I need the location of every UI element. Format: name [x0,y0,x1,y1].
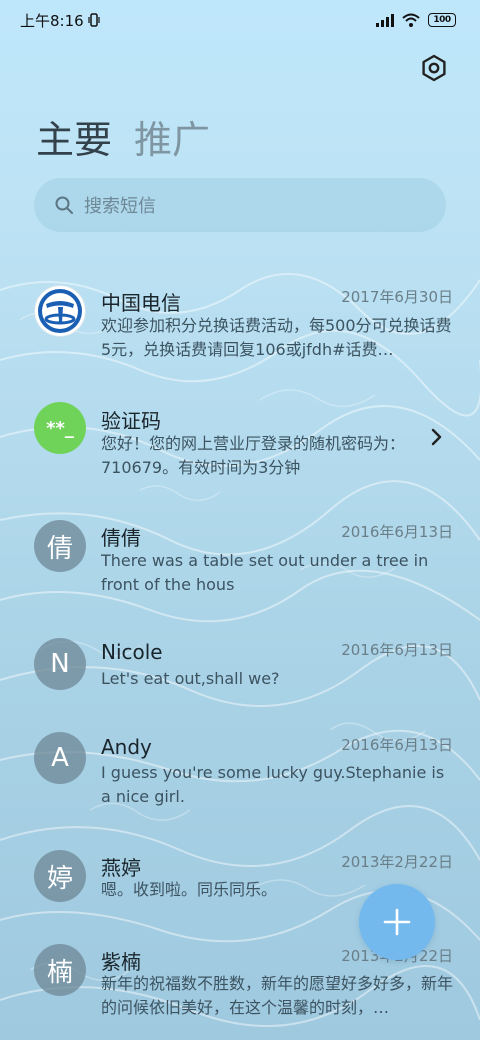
status-bar: 上午8:16 100 [0,0,480,40]
search-bar[interactable]: 搜索短信 [34,178,446,232]
avatar: 婷 [34,850,86,902]
message-preview: 欢迎参加积分兑换话费活动，每500分可兑换话费5元，兑换话费请回复106或jfd… [101,316,452,359]
settings-button[interactable] [418,52,450,84]
avatar: 楠 [34,944,86,996]
message-preview: There was a table set out under a tree i… [101,551,429,594]
china-telecom-logo [34,285,86,337]
search-placeholder: 搜索短信 [84,196,156,217]
contact-name: Andy [101,735,152,759]
plus-icon [383,908,411,936]
contact-name: 倩倩 [101,526,141,550]
signal-icon [376,14,394,27]
status-time: 上午8:16 [20,11,84,30]
status-right: 100 [376,13,456,27]
avatar: N [34,638,86,690]
battery-icon: 100 [428,13,456,27]
new-message-button[interactable] [359,884,435,960]
contact-name: 燕婷 [101,856,141,880]
avatar-text: 婷 [46,863,73,894]
avatar: 倩 [34,520,86,572]
avatar-text: 倩 [46,533,73,564]
message-preview: 嗯。收到啦。同乐同乐。 [101,880,278,899]
conversation-item[interactable]: A Andy 2016年6月13日 I guess you're some lu… [0,724,480,814]
chevron-right-icon[interactable] [430,428,444,446]
telecom-logo-icon [38,289,82,333]
message-date: 2016年6月13日 [341,523,453,541]
conversation-item[interactable]: **_ 验证码 您好！您的网上营业厅登录的随机密码为：710679。有效时间为3… [0,392,480,482]
avatar-text: 楠 [46,957,73,988]
avatar-text: **_ [46,417,74,439]
verification-code-avatar: **_ [34,402,86,454]
category-tabs: 主要 推广 [36,114,210,166]
conversation-item[interactable]: N Nicole 2016年6月13日 Let's eat out,shall … [0,628,480,698]
vibrate-icon [88,13,100,27]
status-left: 上午8:16 [20,10,100,31]
message-date: 2013年2月22日 [341,853,453,871]
conversation-item[interactable]: 倩 倩倩 2016年6月13日 There was a table set ou… [0,512,480,602]
wifi-icon [402,13,420,27]
contact-name: Nicole [101,640,163,664]
contact-name: 中国电信 [101,291,181,315]
contact-name: 验证码 [101,409,161,433]
tab-promotions[interactable]: 推广 [134,114,210,166]
message-preview: 新年的祝福数不胜数，新年的愿望好多好多，新年的问候依旧美好，在这个温馨的时刻，… [101,974,453,1017]
battery-level: 100 [433,15,451,25]
message-date: 2016年6月13日 [341,641,453,659]
message-preview: I guess you're some lucky guy.Stephanie … [101,763,445,806]
message-date: 2017年6月30日 [341,288,453,306]
conversation-item[interactable]: 中国电信 2017年6月30日 欢迎参加积分兑换话费活动，每500分可兑换话费5… [0,272,480,372]
message-preview: Let's eat out,shall we? [101,669,280,688]
message-date: 2016年6月13日 [341,736,453,754]
hexagon-gear-icon [422,54,446,82]
avatar-text: A [51,743,69,773]
avatar: A [34,732,86,784]
avatar-text: N [50,649,70,679]
search-icon [55,196,73,214]
contact-name: 紫楠 [101,950,141,974]
tab-main[interactable]: 主要 [36,114,112,166]
message-preview: 您好！您的网上营业厅登录的随机密码为：710679。有效时间为3分钟 [101,434,406,477]
